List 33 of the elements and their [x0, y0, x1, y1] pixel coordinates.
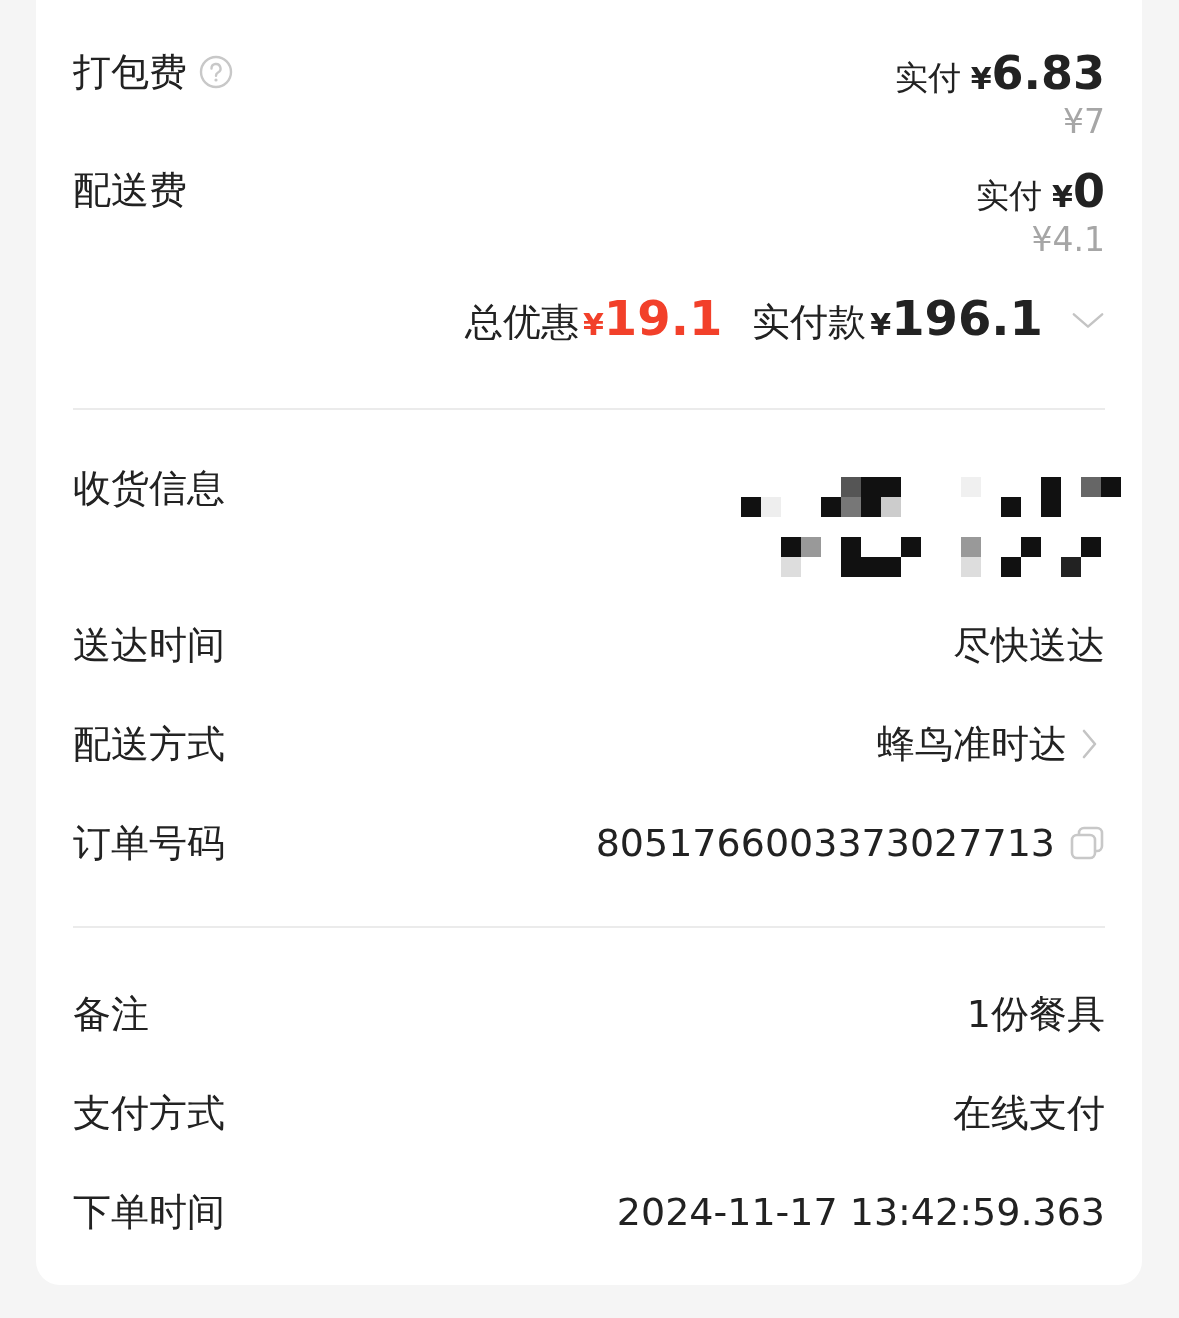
currency-sign: ¥ — [870, 307, 892, 342]
detail-value: 1份餐具 — [966, 990, 1105, 1037]
paid-amount: 0 — [1073, 164, 1105, 218]
paid-label: 实付 — [894, 57, 961, 99]
paid-label: 实付 — [976, 175, 1043, 217]
original-price: ¥7 — [1063, 102, 1105, 142]
currency-sign: ¥ — [583, 307, 604, 342]
detail-label: 配送方式 — [73, 720, 225, 767]
total-amount: 196.1 — [891, 290, 1043, 346]
fee-label: 打包费 — [73, 49, 187, 95]
detail-label: 支付方式 — [73, 1089, 225, 1136]
chevron-right-icon[interactable] — [1081, 727, 1097, 760]
detail-label: 收货信息 — [73, 465, 225, 511]
detail-label: 订单号码 — [73, 819, 225, 866]
discount-amount: 19.1 — [603, 290, 723, 346]
detail-value: 8051766003373027713 — [595, 819, 1055, 866]
currency-sign: ¥ — [970, 61, 992, 96]
detail-value: 尽快送达 — [953, 621, 1105, 668]
paid-amount: 6.83 — [991, 46, 1105, 100]
detail-label: 下单时间 — [73, 1188, 225, 1235]
currency-sign: ¥ — [1052, 179, 1073, 214]
chevron-down-icon[interactable] — [1071, 311, 1105, 331]
total-label: 实付款 — [752, 299, 867, 346]
copy-icon[interactable] — [1069, 824, 1105, 861]
detail-value: 在线支付 — [953, 1089, 1105, 1136]
delivery-method-link[interactable]: 蜂鸟准时达 — [877, 720, 1067, 767]
detail-label: 备注 — [73, 990, 149, 1037]
original-price: ¥4.1 — [1031, 220, 1105, 260]
detail-value: 2024-11-17 13:42:59.363 — [616, 1188, 1105, 1235]
discount-label: 总优惠 — [465, 299, 579, 346]
detail-label: 送达时间 — [73, 621, 225, 668]
fee-label: 配送费 — [73, 167, 187, 213]
help-icon[interactable] — [199, 55, 233, 89]
